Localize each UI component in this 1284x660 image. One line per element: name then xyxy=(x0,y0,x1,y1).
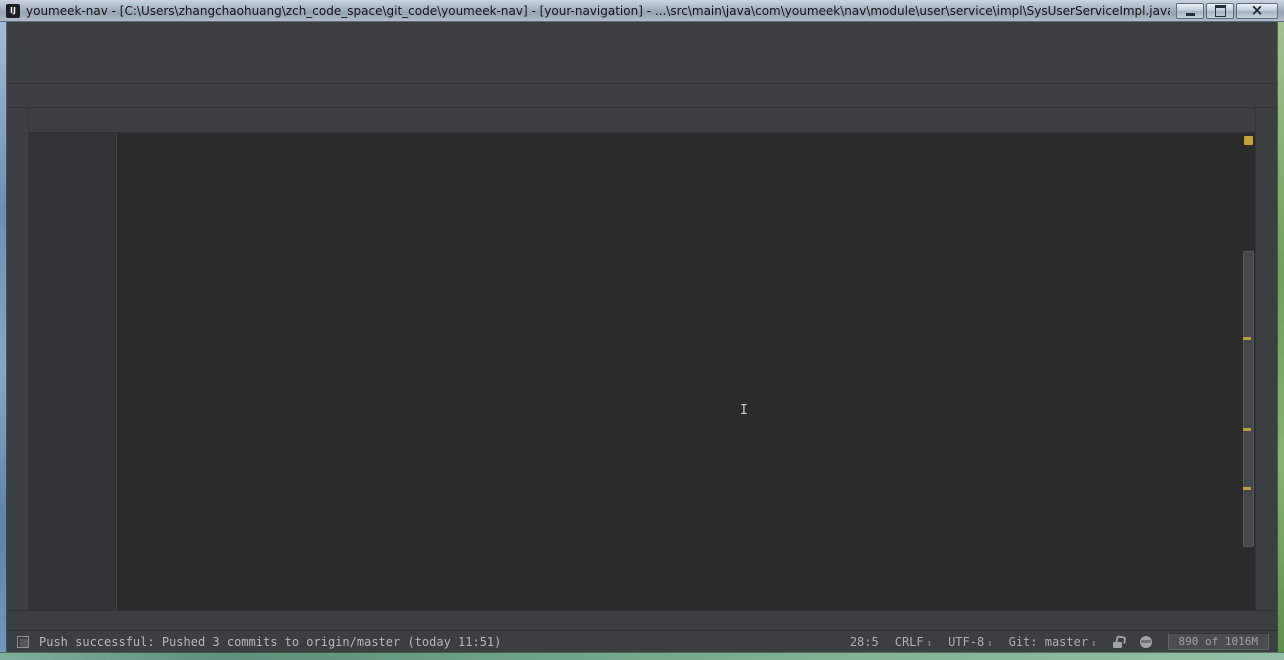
editor[interactable]: I xyxy=(29,133,1255,610)
window-border-right xyxy=(1277,22,1284,652)
menu-bar xyxy=(7,22,1277,52)
caret-position[interactable]: 28:5 xyxy=(850,635,879,649)
status-bar: Push successful: Pushed 3 commits to ori… xyxy=(7,630,1277,652)
minimize-icon[interactable] xyxy=(1176,3,1204,19)
scrollbar-thumb[interactable] xyxy=(1243,251,1254,547)
window-border-left xyxy=(0,22,7,652)
window-border-bottom xyxy=(0,652,1284,660)
status-message: Push successful: Pushed 3 commits to ori… xyxy=(39,635,501,649)
warning-stripe-mark[interactable] xyxy=(1243,428,1251,431)
editor-tab-bar xyxy=(29,108,1255,133)
warning-stripe-mark[interactable] xyxy=(1243,337,1251,340)
window-title: youmeek-nav - [C:\Users\zhangchaohuang\z… xyxy=(26,4,1170,18)
encoding-selector[interactable]: UTF-8 xyxy=(948,635,993,649)
bottom-tool-window-bar xyxy=(7,610,1277,630)
code-lines[interactable] xyxy=(29,133,1255,610)
line-separator-selector[interactable]: CRLF xyxy=(895,635,932,649)
memory-indicator[interactable]: 890 of 1016M xyxy=(1168,633,1269,650)
warning-stripe-mark[interactable] xyxy=(1243,487,1251,490)
close-icon[interactable] xyxy=(1236,3,1278,19)
main-toolbar xyxy=(7,52,1277,84)
intellij-logo-icon: IJ xyxy=(6,4,20,18)
vcs-branch-selector[interactable]: Git: master xyxy=(1009,635,1097,649)
breadcrumb xyxy=(7,84,1277,108)
window-controls xyxy=(1176,3,1278,19)
lock-icon[interactable] xyxy=(1113,636,1124,648)
editor-scrollbar[interactable] xyxy=(1242,133,1255,610)
left-tool-window-bar xyxy=(7,108,29,610)
mouse-ibeam-cursor: I xyxy=(740,403,748,418)
title-bar: IJ youmeek-nav - [C:\Users\zhangchaohuan… xyxy=(0,0,1284,22)
ide-window: I Push successful: Pushed 3 commits to o… xyxy=(7,22,1277,652)
right-tool-window-bar xyxy=(1255,108,1277,610)
inspection-status-icon[interactable] xyxy=(1244,136,1253,145)
hector-inspector-icon[interactable] xyxy=(1140,636,1152,648)
maximize-icon[interactable] xyxy=(1206,3,1234,19)
tool-window-toggle-icon[interactable] xyxy=(17,636,29,648)
